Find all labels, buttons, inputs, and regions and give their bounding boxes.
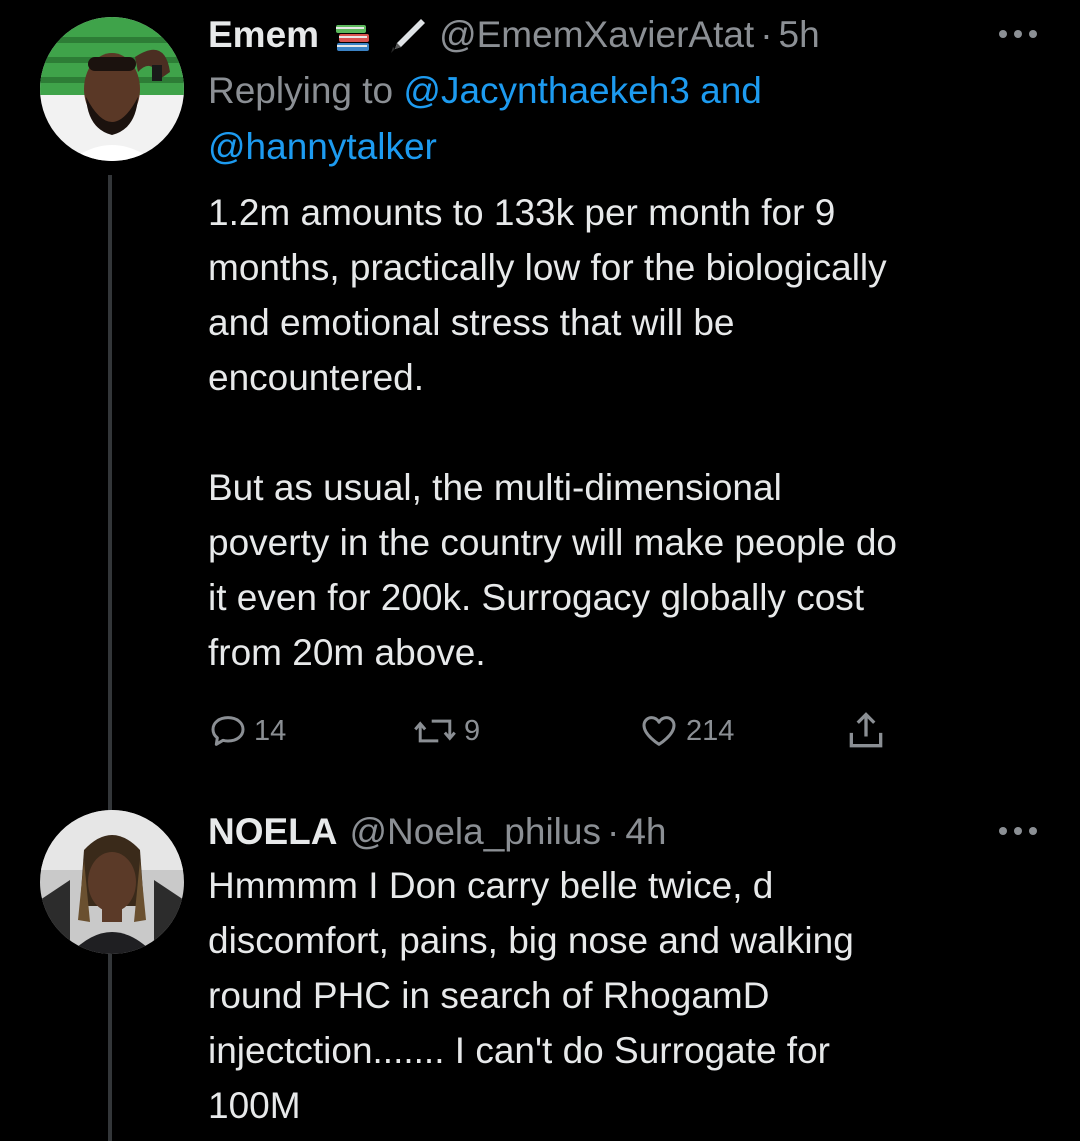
reply-count: 14 [254, 714, 287, 747]
retweet-icon [414, 719, 456, 743]
share-button[interactable] [844, 709, 888, 753]
tweet-header: NOELA @Noela_philus · 4h [208, 810, 1040, 854]
share-icon [849, 712, 883, 748]
tweet-1[interactable]: Emem @EmemXavierAtat · 5h Replying to @J… [0, 0, 1080, 1141]
tweet-text: Hmmmm I Don carry belle twice, d discomf… [208, 865, 854, 1126]
retweet-count: 9 [464, 714, 481, 747]
heart-icon [642, 716, 676, 746]
avatar[interactable] [40, 810, 184, 954]
mention-link-1[interactable]: @Jacynthaekeh3 [403, 70, 689, 111]
replying-prefix: Replying to [208, 70, 404, 111]
avatar-image [40, 17, 184, 161]
timestamp[interactable]: 4h [625, 810, 666, 854]
separator-dot: · [606, 811, 620, 852]
mention-link-2[interactable]: @hannytalker [208, 126, 437, 167]
books-icon [333, 15, 373, 55]
avatar[interactable] [40, 17, 184, 161]
retweet-button[interactable]: 9 [412, 711, 480, 751]
reply-button[interactable]: 14 [208, 711, 286, 751]
display-name[interactable]: NOELA [208, 810, 338, 854]
tweet-actions: 14 9 214 [208, 706, 898, 756]
timestamp[interactable]: 5h [779, 13, 820, 57]
tweet-header: Emem @EmemXavierAtat · 5h [208, 13, 1040, 57]
more-options-icon[interactable] [996, 824, 1040, 838]
avatar-image [40, 810, 184, 954]
tweet-2[interactable]: NOELA @Noela_philus · 4h Hmmmm I Don car… [0, 790, 1080, 1141]
reply-icon [211, 716, 245, 746]
user-handle[interactable]: @EmemXavierAtat [439, 13, 754, 57]
separator-dot: · [760, 14, 773, 55]
like-button[interactable]: 214 [638, 711, 734, 751]
fountain-pen-icon [387, 15, 427, 55]
like-count: 214 [686, 714, 735, 747]
replying-to: Replying to @Jacynthaekeh3 and @hannytal… [208, 63, 1040, 175]
user-handle[interactable]: @Noela_philus [350, 810, 601, 854]
more-options-icon[interactable] [996, 27, 1040, 41]
mention-and[interactable]: and [690, 70, 762, 111]
tweet-text: 1.2m amounts to 133k per month for 9 mon… [208, 192, 897, 673]
display-name[interactable]: Emem [208, 13, 319, 57]
